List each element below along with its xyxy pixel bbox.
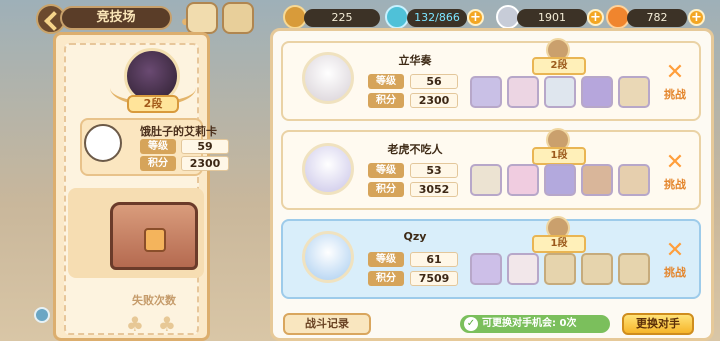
player-level-label: 等级 (140, 139, 176, 154)
opponent-avatar[interactable] (302, 143, 354, 195)
hero-slot (470, 76, 502, 108)
hero-slot (581, 164, 613, 196)
chest-lock-icon (144, 228, 166, 252)
opponent-score-value: 2300 (410, 93, 458, 108)
page-title: 竞技场 (60, 6, 172, 30)
opponent-score-label: 积分 (368, 271, 404, 286)
opponent-level-label: 等级 (368, 163, 404, 178)
hero-slot (470, 253, 502, 285)
opponent-avatar[interactable] (302, 231, 354, 283)
challenge-button[interactable]: 挑战 (660, 176, 690, 192)
check-icon: ✓ (464, 317, 478, 331)
player-rank-badge: 2段 (127, 95, 179, 113)
change-opponent-button[interactable]: 更换对手 (622, 313, 694, 335)
battle-record-button[interactable]: 战斗记录 (283, 313, 371, 335)
opponent-name: Qzy (403, 230, 427, 243)
hero-slot (618, 164, 650, 196)
change-chance-indicator: ✓ 可更换对手机会: 0次 (460, 315, 610, 333)
hero-slot (544, 76, 576, 108)
add-carrot-button[interactable]: + (688, 9, 705, 26)
gem-value: 1901 (517, 9, 587, 27)
crossed-swords-icon: ✕ (665, 150, 685, 175)
add-stamina-button[interactable]: + (467, 9, 484, 26)
opponent-tier-badge: 1段 (532, 147, 586, 165)
opponent-level-value: 61 (410, 252, 458, 267)
empty-hero-slot (618, 253, 650, 285)
opponent-name: 立华奏 (398, 54, 432, 67)
crossed-swords-icon: ✕ (665, 60, 685, 85)
challenge-button[interactable]: 挑战 (660, 264, 690, 280)
carrot-value: 782 (627, 9, 687, 27)
player-score-value: 2300 (181, 156, 229, 171)
opponent-tier-badge: 2段 (532, 57, 586, 75)
crossed-swords-icon: ✕ (665, 238, 685, 263)
player-score-label: 积分 (140, 156, 176, 171)
clover-icon: ♣ (158, 312, 176, 336)
hero-slot (544, 164, 576, 196)
opponent-level-label: 等级 (368, 252, 404, 267)
opponent-avatar[interactable] (302, 52, 354, 104)
opponent-name: 老虎不吃人 (387, 143, 443, 156)
hero-slot (470, 164, 502, 196)
player-name: 饿肚子的艾莉卡 (140, 125, 217, 138)
opponent-score-label: 积分 (368, 93, 404, 108)
challenge-button[interactable]: 挑战 (660, 86, 690, 102)
hero-slot (581, 76, 613, 108)
arena-screen: 竞技场 ♣ 225 132/866 + 1901 + 782 + 2段 饿肚子的… (0, 0, 720, 341)
add-gem-button[interactable]: + (587, 9, 604, 26)
opponent-tier-badge: 1段 (532, 235, 586, 253)
book-icon[interactable] (222, 2, 254, 34)
opponent-score-value: 3052 (410, 182, 458, 197)
opponent-score-label: 积分 (368, 182, 404, 197)
opponent-level-value: 56 (410, 74, 458, 89)
hero-slot (507, 76, 539, 108)
compass-icon[interactable] (186, 2, 218, 34)
empty-hero-slot (544, 253, 576, 285)
empty-hero-slot (581, 253, 613, 285)
player-level-value: 59 (181, 139, 229, 154)
hero-slot (507, 164, 539, 196)
opponent-score-value: 7509 (410, 271, 458, 286)
hero-slot (618, 76, 650, 108)
hero-slot (507, 253, 539, 285)
coin-value: 225 (304, 9, 380, 27)
opponent-level-label: 等级 (368, 74, 404, 89)
stamina-value: 132/866 (407, 9, 467, 27)
opponent-level-value: 53 (410, 163, 458, 178)
change-chance-text: 可更换对手机会: 0次 (482, 318, 577, 329)
player-avatar[interactable] (84, 124, 122, 162)
fail-count-title: 失败次数 (132, 294, 176, 307)
side-floating-icon[interactable] (34, 307, 50, 323)
stamina-potion-icon (385, 5, 409, 29)
clover-icon: ♣ (126, 312, 144, 336)
